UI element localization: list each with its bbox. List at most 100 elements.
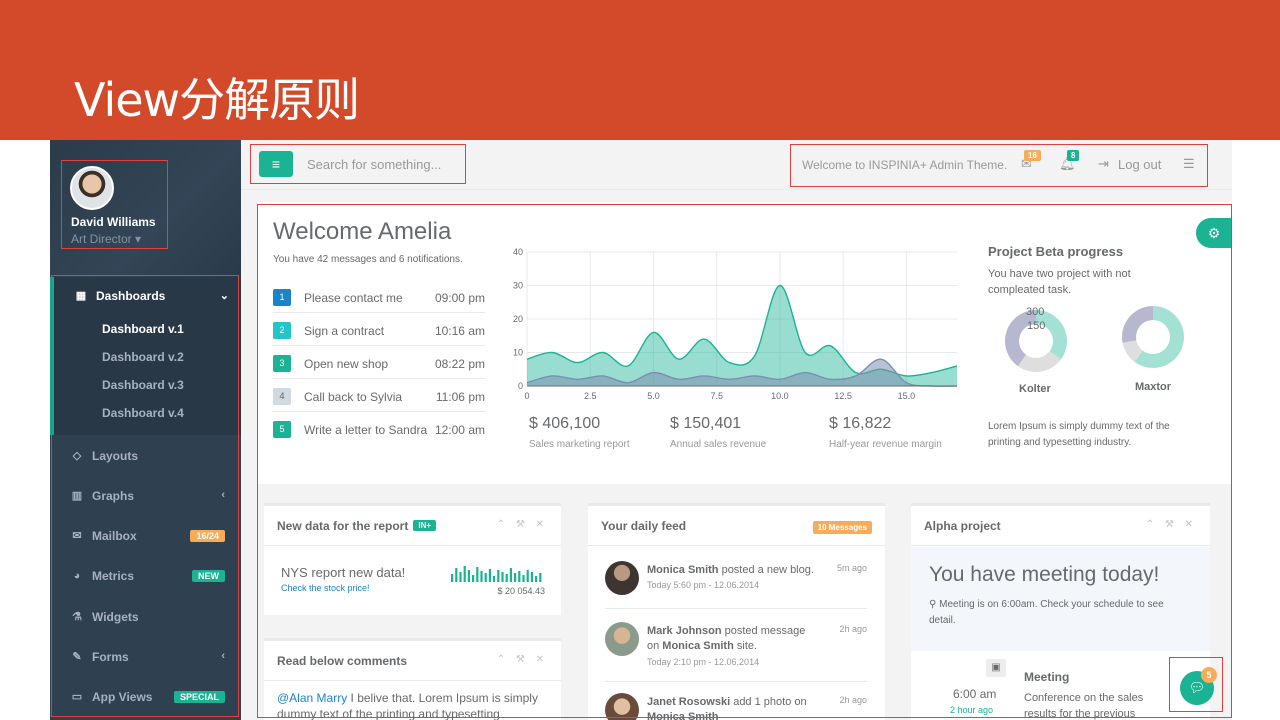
feed-ago: 5m ago [836,563,867,573]
todo-number: 4 [273,388,291,405]
comment-text: @Alan Marry I belive that. Lorem Ipsum i… [277,691,538,720]
sidebar-subitem-dashboard-v1[interactable]: Dashboard v.1 [102,322,184,336]
todo-item[interactable]: 1 Please contact me 09:00 pm [273,280,485,313]
feed-item[interactable]: Monica Smith posted a new blog. Today 5:… [605,561,867,609]
card-tools[interactable]: ⌃ ⚒ ✕ [497,654,548,665]
event-title: Meeting [1024,670,1070,684]
logout-link[interactable]: Log out [1118,157,1161,172]
sidebar-item-graphs[interactable]: ▥ Graphs ‹ [50,477,241,517]
todo-number: 5 [273,421,291,438]
feed-text: Monica Smith posted a new blog. [647,564,814,576]
chevron-left-icon: ‹ [221,489,225,501]
notification-count-badge: 8 [1067,150,1080,161]
feed-text: Mark Johnson posted message on Monica Sm… [647,625,806,652]
card-header: Alpha project ⌃ ⚒ ✕ [911,506,1210,546]
profile-block: David Williams Art Director ▾ [50,140,241,277]
todo-text: Write a letter to Sandra [304,423,428,437]
feed-ago: 2h ago [839,624,867,634]
sparkline-bar [501,572,504,582]
sparkline-bar [467,570,470,582]
todo-text: Open new shop [304,357,389,371]
stat-label: Half-year revenue margin [829,439,942,450]
feed-ago: 2h ago [839,695,867,705]
alpha-project-card: Alpha project ⌃ ⚒ ✕ You have meeting tod… [911,503,1210,720]
stat-annual: $ 150,401 Annual sales revenue [670,415,766,450]
sparkline-bar [539,573,542,582]
welcome-panel: Welcome Amelia You have 42 messages and … [258,202,1232,484]
sparkline-bar [455,568,458,582]
comments-icon: 💬︎ [1188,680,1206,695]
app-views-badge: SPECIAL [173,691,225,703]
sparkline-bar [484,573,487,582]
card-tools[interactable]: ⌃ ⚒ ✕ [1146,519,1197,530]
feed-item[interactable]: Mark Johnson posted message on Monica Sm… [605,622,867,682]
card-header: New data for the report IN+ ⌃ ⚒ ✕ [264,506,561,546]
settings-toggle-button[interactable]: ⚙ [1196,218,1232,248]
report-value: $ 20 054.43 [497,586,545,596]
y-tick-label: 0 [518,381,523,391]
avatar [605,622,639,656]
meeting-headline: You have meeting today! [929,563,1160,586]
menu-toggle-button[interactable]: ≡ [259,151,293,177]
feed-item[interactable]: Janet Rosowski add 1 photo on Monica Smi… [605,693,867,720]
sidebar-item-forms[interactable]: ✎ Forms ‹ [50,638,241,678]
caret-down-icon: ▾ [135,232,142,246]
sparkline-bar [488,569,491,582]
avatar[interactable] [70,166,114,210]
map-marker-icon: ⚲ [929,599,937,610]
feed-date: Today 2:10 pm - 12.06.2014 [647,657,760,667]
avatar [605,693,639,720]
stat-value: $ 150,401 [670,415,742,432]
pie-chart-icon: ◕ [73,570,81,582]
metrics-badge: NEW [192,570,225,582]
todo-number: 1 [273,289,291,306]
hamburger-icon: ≡ [271,156,281,172]
comments-card: Read below comments ⌃ ⚒ ✕ @Alan Marry I … [264,638,561,720]
profile-role[interactable]: Art Director ▾ [71,232,141,246]
card-title: Read below comments [277,654,408,668]
in-plus-label: IN+ [413,520,437,531]
sidebar-subitem-dashboard-v2[interactable]: Dashboard v.2 [102,350,184,364]
sparkline-bar [451,574,454,582]
sparkline-bar [526,570,529,582]
sparkline-chart [451,566,542,582]
todo-item[interactable]: 2 Sign a contract 10:16 am [273,313,485,346]
sparkline-bar [509,568,512,582]
sparkline-bar [480,571,483,582]
stat-value: $ 16,822 [829,415,892,432]
mention-link[interactable]: @Alan Marry [277,691,347,705]
sidebar-item-mailbox[interactable]: ✉ Mailbox 16/24 [50,517,241,557]
sidebar-item-layouts[interactable]: ◇ Layouts [50,437,241,477]
search-input[interactable]: Search for something... [307,157,441,172]
todo-item[interactable]: 4 Call back to Sylvia 11:06 pm [273,379,485,412]
meeting-ago: 2 hour ago [950,705,994,715]
card-title: New data for the report IN+ [277,519,437,533]
sidebar-item-dashboards[interactable]: ▦ Dashboards ⌄ [54,277,245,317]
project-footer: Lorem Ipsum is simply dummy text of the … [988,421,1170,448]
report-headline: NYS report new data! [281,565,406,580]
mailbox-badge: 16/24 [190,530,225,542]
stock-price-link[interactable]: Check the stock price! [281,583,370,593]
sparkline-bar [530,572,533,582]
stat-sales: $ 406,100 Sales marketing report [529,415,630,450]
bar-chart-icon: ▥ [71,490,83,502]
card-title: Alpha project [924,519,1001,533]
sidebar-subitem-dashboard-v4[interactable]: Dashboard v.4 [102,406,184,420]
todo-item[interactable]: 5 Write a letter to Sandra 12:00 am [273,412,485,445]
sidebar-item-app-views[interactable]: ▭ App Views SPECIAL [50,678,241,718]
sidebar-item-metrics[interactable]: ◕ Metrics NEW [50,557,241,597]
sidebar-subitem-dashboard-v3[interactable]: Dashboard v.3 [102,378,184,392]
welcome-message: Welcome to INSPINIA+ Admin Theme. [802,158,1008,172]
todo-time: 10:16 am [434,324,485,338]
todo-item[interactable]: 3 Open new shop 08:22 pm [273,346,485,379]
x-tick-label: 12.5 [834,391,852,401]
todo-time: 11:06 pm [435,390,485,404]
sidebar-item-widgets[interactable]: ⚗ Widgets [50,598,241,638]
event-text: Conference on the sales results for the … [1024,692,1144,720]
tasks-icon[interactable]: ☰ [1183,156,1195,172]
stat-label: Sales marketing report [529,439,630,450]
card-tools[interactable]: ⌃ ⚒ ✕ [497,519,548,530]
profile-name[interactable]: David Williams [71,215,156,229]
maxtor-donut [1122,306,1184,368]
project-title: Project Beta progress [988,244,1124,259]
